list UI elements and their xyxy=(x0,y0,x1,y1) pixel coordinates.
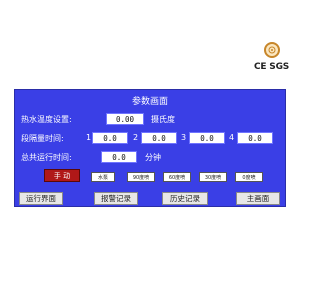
total-time-label: 总共运行时间: xyxy=(21,153,72,162)
water-temp-unit: 摄氏度 xyxy=(151,115,175,124)
water-temp-input[interactable]: 0.00 xyxy=(106,113,144,125)
nav-history-record-button[interactable]: 历史记录 xyxy=(162,192,208,205)
total-time-unit: 分钟 xyxy=(145,153,161,162)
certification-logos: CE SGS xyxy=(254,42,294,82)
segment-4-input[interactable]: 0.0 xyxy=(237,132,273,144)
water-temp-label: 热水温度设置: xyxy=(21,115,72,124)
segment-2-index: 2 xyxy=(133,133,139,142)
segment-1-input[interactable]: 0.0 xyxy=(92,132,128,144)
spray-60-button[interactable]: 60度喷 xyxy=(163,172,191,182)
segment-2-input[interactable]: 0.0 xyxy=(141,132,177,144)
nav-alarm-record-button[interactable]: 报警记录 xyxy=(94,192,138,205)
certification-marks: CE SGS xyxy=(254,62,290,72)
segment-1-index: 1 xyxy=(86,133,92,142)
panel-title: 参数画面 xyxy=(131,97,168,107)
parameter-panel: 参数画面 热水温度设置: 0.00 摄氏度 段隔量时间: 1 0.0 2 0.0… xyxy=(14,89,286,207)
segment-time-label: 段隔量时间: xyxy=(21,134,64,143)
nav-main-screen-button[interactable]: 主画面 xyxy=(236,192,280,205)
spray-0-button[interactable]: 0度喷 xyxy=(235,172,263,182)
segment-3-index: 3 xyxy=(181,133,187,142)
pump-button[interactable]: 水泵 xyxy=(91,172,115,182)
spray-90-button[interactable]: 90度喷 xyxy=(127,172,155,182)
segment-3-input[interactable]: 0.0 xyxy=(189,132,225,144)
certification-seal-icon xyxy=(264,42,280,58)
total-time-input[interactable]: 0.0 xyxy=(101,151,137,163)
nav-run-screen-button[interactable]: 运行界面 xyxy=(19,192,63,205)
manual-button[interactable]: 手 动 xyxy=(44,169,80,182)
spray-30-button[interactable]: 30度喷 xyxy=(199,172,227,182)
segment-4-index: 4 xyxy=(229,133,235,142)
